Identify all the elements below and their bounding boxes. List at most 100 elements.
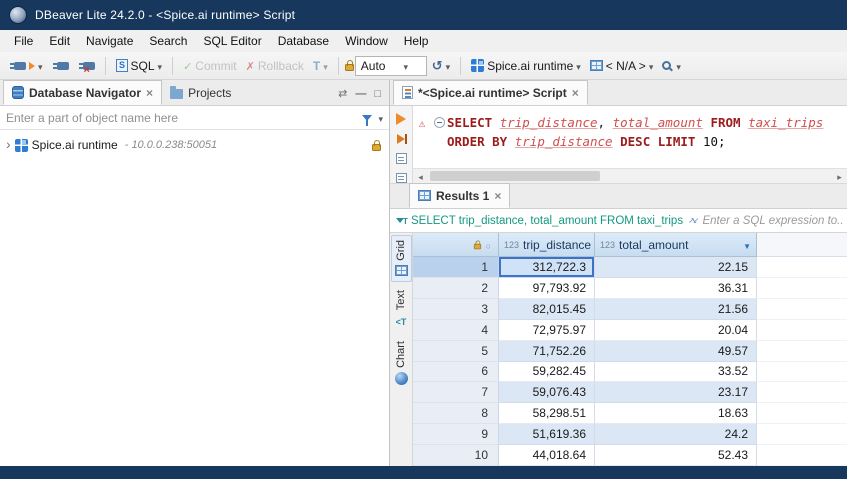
commit-button[interactable]: Commit: [179, 56, 241, 76]
table-row[interactable]: 3 82,015.45 21.56: [413, 299, 847, 320]
menu-edit[interactable]: Edit: [41, 31, 78, 51]
cell-trip-distance[interactable]: 44,018.64: [499, 445, 595, 466]
sql-keyword: DESC: [620, 134, 650, 149]
cell-total-amount[interactable]: 52.43: [595, 445, 757, 466]
object-filter-input[interactable]: [6, 111, 356, 125]
table-row[interactable]: 8 58,298.51 18.63: [413, 403, 847, 424]
expand-filter-icon[interactable]: [688, 216, 697, 225]
numeric-type-icon: 123: [600, 240, 615, 250]
plug-icon: [57, 62, 69, 70]
table-row[interactable]: 9 51,619.36 24.2: [413, 424, 847, 445]
tab-chart[interactable]: Chart: [391, 337, 412, 390]
menu-file[interactable]: File: [6, 31, 41, 51]
connect-to-database-button[interactable]: [48, 59, 73, 73]
row-number[interactable]: 9: [413, 424, 499, 445]
cell-trip-distance[interactable]: 59,282.45: [499, 362, 595, 383]
row-number[interactable]: 4: [413, 320, 499, 341]
tab-results-1[interactable]: Results 1: [409, 183, 510, 208]
table-row[interactable]: 1 312,722.3 22.15: [413, 257, 847, 278]
active-connection-selector[interactable]: Spice.ai runtime: [467, 56, 585, 76]
tab-projects[interactable]: Projects: [162, 80, 239, 105]
grid-header-row: 123 trip_distance 123 total_amount: [413, 233, 847, 257]
cell-total-amount[interactable]: 36.31: [595, 278, 757, 299]
menu-window[interactable]: Window: [337, 31, 396, 51]
execute-statement-button[interactable]: [396, 113, 406, 125]
link-with-editor-icon[interactable]: [338, 87, 347, 100]
row-number[interactable]: 1: [413, 257, 499, 278]
cell-total-amount[interactable]: 18.63: [595, 403, 757, 424]
menu-sql-editor[interactable]: SQL Editor: [195, 31, 269, 51]
row-number[interactable]: 3: [413, 299, 499, 320]
row-number[interactable]: 10: [413, 445, 499, 466]
cell-total-amount[interactable]: 33.52: [595, 362, 757, 383]
filter-expression-input[interactable]: [702, 215, 843, 227]
tab-label: Results 1: [436, 189, 489, 203]
expand-chevron-icon[interactable]: [6, 138, 11, 152]
table-row[interactable]: 5 71,752.26 49.57: [413, 341, 847, 362]
menu-database[interactable]: Database: [270, 31, 337, 51]
column-header-trip-distance[interactable]: 123 trip_distance: [499, 233, 595, 257]
column-menu-icon[interactable]: [743, 238, 751, 252]
minimize-view-icon[interactable]: [355, 88, 366, 100]
scroll-right-arrow[interactable]: [832, 169, 847, 183]
cell-total-amount[interactable]: 22.15: [595, 257, 757, 278]
cell-trip-distance[interactable]: 58,298.51: [499, 403, 595, 424]
tab-grid[interactable]: Grid: [391, 235, 412, 282]
close-icon[interactable]: [146, 86, 153, 100]
explain-plan-button[interactable]: [396, 153, 407, 164]
search-button[interactable]: [658, 56, 685, 76]
close-icon[interactable]: [494, 189, 501, 203]
cell-trip-distance[interactable]: 51,619.36: [499, 424, 595, 445]
cell-total-amount[interactable]: 21.56: [595, 299, 757, 320]
tree-item-connection[interactable]: Spice.ai runtime - 10.0.0.238:50051: [0, 135, 389, 155]
scrollbar-track[interactable]: [428, 169, 832, 183]
scrollbar-thumb[interactable]: [430, 171, 600, 181]
sql-editor[interactable]: SELECT trip_distance, total_amount FROM …: [413, 106, 847, 168]
cell-total-amount[interactable]: 23.17: [595, 382, 757, 403]
row-number[interactable]: 8: [413, 403, 499, 424]
close-icon[interactable]: [572, 86, 579, 100]
row-number[interactable]: 2: [413, 278, 499, 299]
cell-total-amount[interactable]: 24.2: [595, 424, 757, 445]
horizontal-scrollbar[interactable]: [413, 168, 847, 183]
tab-database-navigator[interactable]: Database Navigator: [3, 80, 162, 105]
scroll-left-arrow[interactable]: [413, 169, 428, 183]
active-schema-selector[interactable]: < N/A >: [586, 56, 658, 76]
menu-navigate[interactable]: Navigate: [78, 31, 141, 51]
execute-script-button[interactable]: [397, 134, 405, 144]
table-row[interactable]: 2 97,793.92 36.31: [413, 278, 847, 299]
cell-trip-distance[interactable]: 59,076.43: [499, 382, 595, 403]
rollback-button[interactable]: Rollback: [242, 56, 308, 76]
script-tools-button[interactable]: [396, 173, 407, 184]
table-row[interactable]: 7 59,076.43 23.17: [413, 382, 847, 403]
connect-button[interactable]: [5, 56, 47, 76]
filter-funnel-icon[interactable]: [362, 115, 372, 121]
tab-sql-script[interactable]: *<Spice.ai runtime> Script: [393, 80, 588, 105]
tab-text[interactable]: Text: [391, 286, 412, 333]
maximize-view-icon[interactable]: [374, 88, 381, 100]
cell-trip-distance[interactable]: 72,975.97: [499, 320, 595, 341]
fold-collapse-icon[interactable]: [434, 117, 445, 128]
cell-total-amount[interactable]: 20.04: [595, 320, 757, 341]
new-sql-editor-button[interactable]: SQL: [112, 56, 167, 76]
chevron-down-icon[interactable]: [378, 111, 383, 125]
transaction-log-button[interactable]: [309, 56, 332, 76]
disconnect-button[interactable]: [74, 59, 99, 73]
row-number[interactable]: 6: [413, 362, 499, 383]
commit-mode-combo[interactable]: Auto: [355, 56, 427, 76]
table-row[interactable]: 6 59,282.45 33.52: [413, 362, 847, 383]
column-header-total-amount[interactable]: 123 total_amount: [595, 233, 757, 257]
menu-search[interactable]: Search: [141, 31, 195, 51]
menu-help[interactable]: Help: [396, 31, 437, 51]
transaction-history-button[interactable]: [428, 55, 454, 77]
row-number[interactable]: 7: [413, 382, 499, 403]
cell-trip-distance[interactable]: 97,793.92: [499, 278, 595, 299]
cell-total-amount[interactable]: 49.57: [595, 341, 757, 362]
table-row[interactable]: 4 72,975.97 20.04: [413, 320, 847, 341]
cell-trip-distance[interactable]: 71,752.26: [499, 341, 595, 362]
table-row[interactable]: 10 44,018.64 52.43: [413, 445, 847, 466]
cell-trip-distance[interactable]: 82,015.45: [499, 299, 595, 320]
grid-corner-header[interactable]: [413, 233, 499, 257]
row-number[interactable]: 5: [413, 341, 499, 362]
cell-trip-distance[interactable]: 312,722.3: [499, 257, 595, 278]
